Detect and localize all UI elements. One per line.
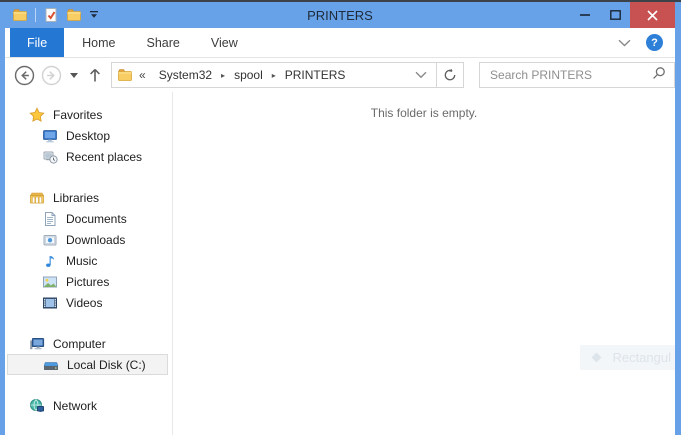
sidebar-group-libraries: Libraries Documents Downloads bbox=[5, 187, 172, 313]
breadcrumb-item[interactable]: spool bbox=[227, 68, 270, 82]
desktop-icon bbox=[42, 128, 58, 144]
sidebar-item-computer[interactable]: Computer bbox=[5, 333, 172, 354]
recent-places-icon bbox=[42, 149, 58, 165]
up-button[interactable] bbox=[88, 67, 102, 84]
tab-share[interactable]: Share bbox=[134, 28, 193, 57]
sidebar-item-label: Pictures bbox=[66, 275, 109, 289]
quick-access-toolbar bbox=[5, 6, 99, 24]
refresh-button[interactable] bbox=[436, 62, 464, 88]
sidebar-item-label: Desktop bbox=[66, 129, 110, 143]
star-icon bbox=[29, 107, 45, 123]
address-dropdown-chevron-icon[interactable] bbox=[406, 71, 436, 79]
sidebar-item-documents[interactable]: Documents bbox=[5, 208, 172, 229]
search-input[interactable] bbox=[488, 67, 652, 83]
empty-folder-message: This folder is empty. bbox=[173, 106, 675, 120]
breadcrumb-item[interactable]: System32 bbox=[152, 68, 219, 82]
tab-home[interactable]: Home bbox=[69, 28, 128, 57]
sidebar-item-label: Local Disk (C:) bbox=[67, 358, 146, 372]
sidebar-item-label: Downloads bbox=[66, 233, 125, 247]
sidebar-group-network: Network bbox=[5, 395, 172, 416]
sidebar-item-libraries[interactable]: Libraries bbox=[5, 187, 172, 208]
ribbon-right-controls: ? bbox=[618, 28, 675, 57]
breadcrumb-item[interactable]: PRINTERS bbox=[278, 68, 353, 82]
sidebar-item-label: Network bbox=[53, 399, 97, 413]
minimize-button[interactable] bbox=[570, 2, 600, 28]
sidebar-item-label: Favorites bbox=[53, 108, 102, 122]
sidebar-item-local-disk-c[interactable]: Local Disk (C:) bbox=[7, 354, 168, 375]
sidebar-item-desktop[interactable]: Desktop bbox=[5, 125, 172, 146]
folder-icon bbox=[117, 67, 133, 83]
breadcrumb-separator[interactable]: ▸ bbox=[219, 71, 227, 80]
network-icon bbox=[29, 398, 45, 414]
window-controls bbox=[570, 2, 675, 28]
recent-locations-caret[interactable] bbox=[70, 73, 78, 82]
explorer-window: PRINTERS bbox=[0, 0, 681, 435]
tab-file[interactable]: File bbox=[10, 28, 64, 57]
pictures-icon bbox=[42, 274, 58, 290]
local-disk-icon bbox=[43, 357, 59, 373]
libraries-icon bbox=[29, 190, 45, 206]
navigation-bar: « System32 ▸ spool ▸ PRINTERS bbox=[5, 58, 675, 92]
sidebar-item-label: Computer bbox=[53, 337, 106, 351]
sidebar-item-network[interactable]: Network bbox=[5, 395, 172, 416]
computer-icon bbox=[29, 336, 45, 352]
diamond-icon bbox=[592, 353, 602, 363]
breadcrumb: « System32 ▸ spool ▸ PRINTERS bbox=[133, 68, 406, 82]
sidebar-group-favorites: Favorites Desktop Recent places bbox=[5, 104, 172, 167]
breadcrumb-overflow[interactable]: « bbox=[133, 68, 152, 82]
help-icon[interactable]: ? bbox=[646, 34, 663, 51]
sidebar-group-computer: Computer Local Disk (C:) bbox=[5, 333, 172, 375]
ribbon-tabs: File Home Share View ? bbox=[5, 28, 675, 58]
back-button[interactable] bbox=[14, 65, 35, 86]
sidebar-item-downloads[interactable]: Downloads bbox=[5, 229, 172, 250]
sidebar-item-label: Music bbox=[66, 254, 97, 268]
new-folder-icon[interactable] bbox=[66, 7, 82, 23]
sidebar-item-recent-places[interactable]: Recent places bbox=[5, 146, 172, 167]
window-frame: PRINTERS bbox=[0, 2, 681, 435]
titlebar[interactable]: PRINTERS bbox=[5, 2, 675, 28]
navigation-pane: Favorites Desktop Recent places bbox=[5, 92, 173, 435]
documents-icon bbox=[42, 211, 58, 227]
tab-view[interactable]: View bbox=[198, 28, 251, 57]
sidebar-item-videos[interactable]: Videos bbox=[5, 292, 172, 313]
expand-ribbon-chevron-icon[interactable] bbox=[618, 34, 631, 52]
content-area: Favorites Desktop Recent places bbox=[5, 92, 675, 435]
toolbar-separator bbox=[35, 8, 36, 22]
sidebar-item-label: Videos bbox=[66, 296, 102, 310]
maximize-button[interactable] bbox=[600, 2, 630, 28]
breadcrumb-separator[interactable]: ▸ bbox=[270, 71, 278, 80]
magnifier-icon[interactable] bbox=[652, 66, 666, 85]
downloads-icon bbox=[42, 232, 58, 248]
customize-toolbar-caret[interactable] bbox=[89, 6, 99, 24]
search-box[interactable] bbox=[479, 62, 675, 88]
sidebar-item-label: Documents bbox=[66, 212, 127, 226]
close-button[interactable] bbox=[630, 2, 675, 28]
videos-icon bbox=[42, 295, 58, 311]
sidebar-item-label: Recent places bbox=[66, 150, 142, 164]
sidebar-item-label: Libraries bbox=[53, 191, 99, 205]
sidebar-item-favorites[interactable]: Favorites bbox=[5, 104, 172, 125]
watermark-text: Rectangul bbox=[612, 350, 671, 365]
sidebar-item-pictures[interactable]: Pictures bbox=[5, 271, 172, 292]
watermark-overlay: Rectangul bbox=[580, 345, 675, 370]
properties-check-icon[interactable] bbox=[43, 7, 59, 23]
app-folder-icon[interactable] bbox=[12, 7, 28, 23]
address-bar[interactable]: « System32 ▸ spool ▸ PRINTERS bbox=[111, 62, 437, 88]
music-icon bbox=[42, 253, 58, 269]
sidebar-item-music[interactable]: Music bbox=[5, 250, 172, 271]
file-list-pane[interactable]: This folder is empty. Rectangul bbox=[173, 92, 675, 435]
forward-button[interactable] bbox=[41, 65, 62, 86]
